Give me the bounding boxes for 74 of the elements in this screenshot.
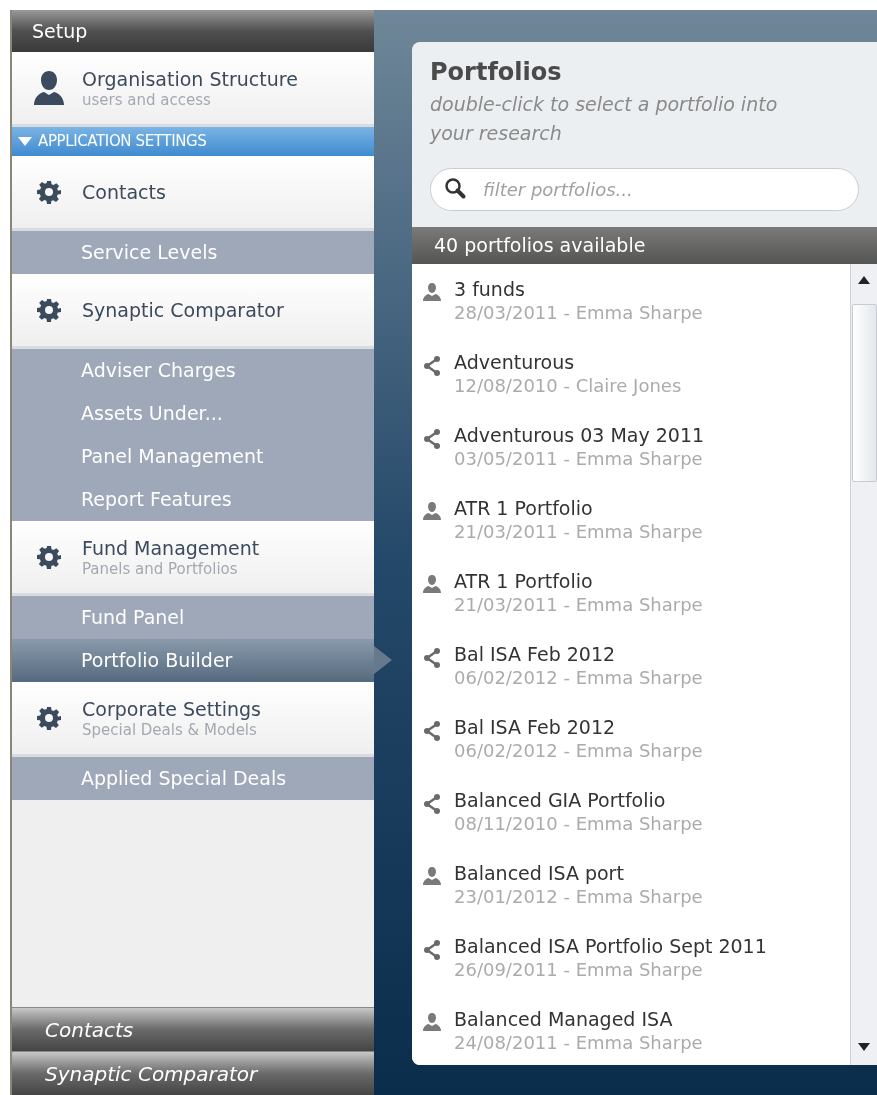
section-title: Contacts: [82, 180, 166, 204]
person-icon: [422, 866, 442, 886]
portfolio-name: ATR 1 Portfolio: [454, 569, 594, 594]
portfolio-name: Bal ISA Feb 2012: [454, 715, 617, 740]
portfolio-name: 3 funds: [454, 277, 526, 302]
portfolio-name: Balanced Managed ISA: [454, 1007, 674, 1032]
portfolio-item[interactable]: Bal ISA Feb 2012 06/02/2012 - Emma Sharpe: [412, 702, 850, 775]
section-item[interactable]: Fund Management Panels and Portfolios: [12, 521, 374, 596]
gear-icon: [37, 706, 61, 730]
share-icon: [422, 355, 442, 377]
panel-title: Portfolios: [430, 57, 563, 88]
gear-icon: [37, 545, 61, 569]
portfolio-item[interactable]: ATR 1 Portfolio 21/03/2011 - Emma Sharpe: [412, 556, 850, 629]
portfolio-item[interactable]: 3 funds 28/03/2011 - Emma Sharpe: [412, 264, 850, 337]
search-icon: [444, 177, 468, 201]
portfolio-item[interactable]: Balanced ISA Portfolio Sept 2011 26/09/2011 - Emma Sharpe: [412, 921, 850, 994]
portfolio-item[interactable]: Balanced ISA port 23/01/2012 - Emma Sharpe: [412, 848, 850, 921]
portfolio-detail: 24/08/2011 - Emma Sharpe: [454, 1032, 703, 1054]
section-subtitle: users and access: [82, 91, 212, 109]
scrollbar-thumb[interactable]: [851, 304, 877, 482]
section-title: Organisation Structure: [82, 67, 298, 91]
count-bar: 40 portfolios available: [412, 227, 877, 264]
section-title: Corporate Settings: [82, 697, 261, 721]
portfolio-name: Adventurous 03 May 2011: [454, 423, 705, 448]
section-title: Fund Management: [82, 536, 260, 560]
footer-tab[interactable]: Synaptic Comparator: [12, 1051, 374, 1095]
portfolio-detail: 23/01/2012 - Emma Sharpe: [454, 886, 703, 908]
portfolio-name: Balanced GIA Portfolio: [454, 788, 667, 813]
portfolio-detail: 06/02/2012 - Emma Sharpe: [454, 740, 703, 762]
panel-subtitle: double-click to select a portfolio into your research: [430, 92, 779, 146]
person-icon: [422, 574, 442, 594]
portfolio-item[interactable]: Adventurous 12/08/2010 - Claire Jones: [412, 337, 850, 410]
share-icon: [422, 720, 442, 742]
person-icon: [422, 282, 442, 302]
portfolio-name: Balanced ISA port: [454, 861, 625, 886]
section-item[interactable]: Organisation Structure users and access: [12, 52, 374, 127]
scroll-down-icon[interactable]: [858, 1043, 870, 1051]
portfolio-name: Adventurous: [454, 350, 576, 375]
portfolio-detail: 08/11/2010 - Emma Sharpe: [454, 813, 703, 835]
portfolio-detail: 12/08/2010 - Claire Jones: [454, 375, 682, 397]
section-subtitle: Panels and Portfolios: [82, 560, 239, 578]
person-icon: [422, 501, 442, 521]
portfolio-item[interactable]: Balanced Managed ISA 24/08/2011 - Emma Sharpe: [412, 994, 850, 1065]
section-item[interactable]: Contacts: [12, 156, 374, 231]
share-icon: [422, 939, 442, 961]
search-field[interactable]: filter portfolios...: [430, 168, 859, 211]
portfolio-name: ATR 1 Portfolio: [454, 496, 594, 521]
scrollbar[interactable]: [850, 264, 877, 1065]
portfolio-detail: 03/05/2011 - Emma Sharpe: [454, 448, 704, 470]
portfolio-detail: 28/03/2011 - Emma Sharpe: [454, 302, 703, 324]
share-icon: [422, 793, 442, 815]
portfolio-name: Balanced ISA Portfolio Sept 2011: [454, 934, 767, 959]
portfolio-item[interactable]: Bal ISA Feb 2012 06/02/2012 - Emma Sharpe: [412, 629, 850, 702]
portfolio-item[interactable]: Adventurous 03 May 2011 03/05/2011 - Emma Sharpe: [412, 410, 850, 483]
share-icon: [422, 647, 442, 669]
gear-icon: [37, 298, 61, 322]
gear-icon: [37, 180, 61, 204]
portfolio-item[interactable]: ATR 1 Portfolio 21/03/2011 - Emma Sharpe: [412, 483, 850, 556]
person-icon: [422, 1012, 442, 1032]
section-title: Synaptic Comparator: [82, 298, 284, 322]
scroll-up-icon[interactable]: [858, 276, 870, 284]
portfolio-name: Bal ISA Feb 2012: [454, 642, 617, 667]
portfolio-item[interactable]: Balanced GIA Portfolio 08/11/2010 - Emma Sharpe: [412, 775, 850, 848]
portfolio-detail: 21/03/2011 - Emma Sharpe: [454, 521, 703, 543]
footer-tab[interactable]: Contacts: [12, 1007, 374, 1051]
section-item[interactable]: Corporate Settings Special Deals & Models: [12, 682, 374, 757]
section-item[interactable]: Synaptic Comparator: [12, 274, 374, 349]
section-subtitle: Special Deals & Models: [82, 721, 258, 739]
share-icon: [422, 428, 442, 450]
portfolio-detail: 21/03/2011 - Emma Sharpe: [454, 594, 703, 616]
group-label: APPLICATION SETTINGS: [38, 131, 207, 153]
portfolio-detail: 26/09/2011 - Emma Sharpe: [454, 959, 704, 981]
portfolio-detail: 06/02/2012 - Emma Sharpe: [454, 667, 703, 689]
sidebar-title: Setup: [32, 18, 88, 44]
